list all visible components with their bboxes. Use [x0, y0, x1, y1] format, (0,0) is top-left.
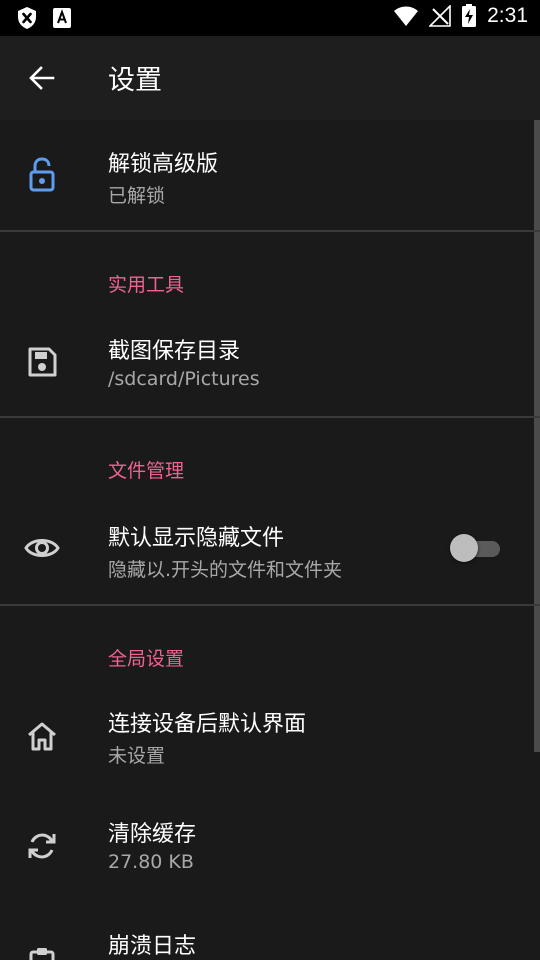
- section-header-tools: 实用工具: [108, 274, 185, 296]
- clipboard-icon: [29, 948, 55, 960]
- text-a-icon: [53, 8, 71, 28]
- divider: [0, 604, 540, 606]
- item-title: 清除缓存: [108, 822, 197, 847]
- item-title: 截图保存目录: [108, 339, 241, 364]
- show-hidden-files-item[interactable]: 默认显示隐藏文件 隐藏以.开头的文件和文件夹: [0, 496, 534, 604]
- save-icon: [28, 347, 57, 377]
- item-subtitle: 已解锁: [108, 185, 166, 207]
- section-header-global: 全局设置: [108, 648, 185, 670]
- battery-charging-icon: [462, 4, 477, 27]
- no-signal-icon: [429, 5, 451, 27]
- item-title: 默认显示隐藏文件: [108, 526, 285, 551]
- settings-list[interactable]: 解锁高级版 已解锁 实用工具 截图保存目录 /sdcard/Pictures 文…: [0, 120, 540, 960]
- item-title: 解锁高级版: [108, 152, 219, 177]
- item-title: 连接设备后默认界面: [108, 712, 307, 737]
- wifi-icon: [394, 6, 419, 26]
- scrollbar[interactable]: [534, 120, 540, 752]
- refresh-icon: [28, 833, 56, 859]
- shield-x-icon: [18, 7, 36, 29]
- toggle-thumb: [450, 534, 478, 562]
- status-bar: 2:31: [0, 0, 540, 36]
- app-bar: 设置: [0, 36, 540, 120]
- unlock-premium-item[interactable]: 解锁高级版 已解锁: [0, 120, 534, 230]
- back-arrow-icon[interactable]: [24, 60, 60, 96]
- item-subtitle: 27.80 KB: [108, 851, 194, 873]
- item-subtitle: 隐藏以.开头的文件和文件夹: [108, 559, 343, 581]
- item-subtitle: 未设置: [108, 745, 166, 767]
- item-subtitle: /sdcard/Pictures: [108, 368, 260, 390]
- clear-cache-item[interactable]: 清除缓存 27.80 KB: [0, 796, 534, 896]
- clock: 2:31: [487, 4, 528, 27]
- divider: [0, 230, 540, 232]
- eye-icon: [24, 539, 60, 557]
- screenshot-dir-item[interactable]: 截图保存目录 /sdcard/Pictures: [0, 310, 534, 416]
- default-view-item[interactable]: 连接设备后默认界面 未设置: [0, 686, 534, 786]
- lock-open-icon: [29, 157, 55, 192]
- page-title: 设置: [108, 65, 162, 96]
- show-hidden-toggle[interactable]: [450, 534, 502, 562]
- crash-log-item[interactable]: 崩溃日志: [0, 906, 534, 960]
- divider: [0, 416, 540, 418]
- item-title: 崩溃日志: [108, 934, 197, 959]
- home-icon: [28, 722, 56, 751]
- section-header-files: 文件管理: [108, 460, 185, 482]
